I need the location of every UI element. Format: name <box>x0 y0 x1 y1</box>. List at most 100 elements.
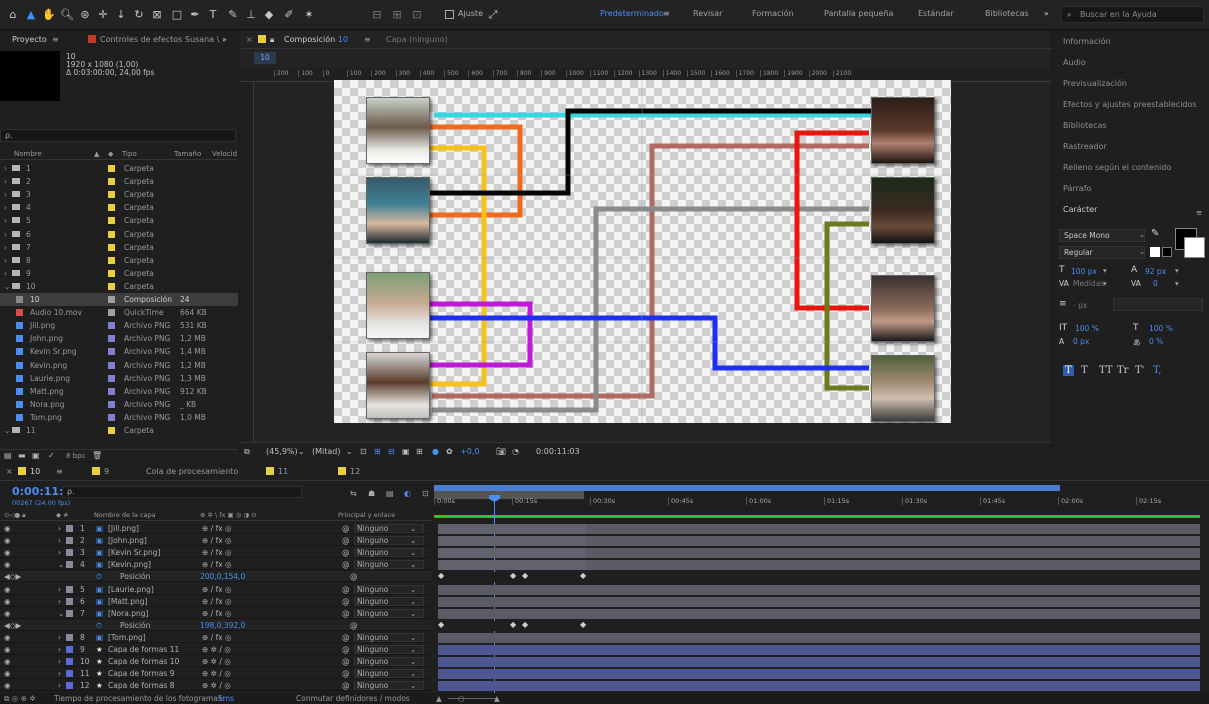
visibility-icon[interactable]: ◉ <box>4 559 11 570</box>
help-search-input[interactable]: ⌕ Buscar en la Ayuda <box>1061 6 1204 23</box>
avatar-john[interactable] <box>366 97 430 164</box>
layer-label-color[interactable] <box>66 670 73 678</box>
pan-tool-icon[interactable]: ✛ <box>96 8 110 22</box>
layer-name[interactable]: Capa de formas 9 <box>108 668 174 679</box>
pen-tool-icon[interactable]: ✒ <box>188 8 202 22</box>
timeline-tab[interactable]: 9 <box>92 463 109 481</box>
layer-row[interactable]: ◉ › 3 ▣ [Kevin Sr.png] ⊕ / fx ◎ @ Ninguno ⌄ <box>0 547 432 559</box>
expand-chevron-icon[interactable]: › <box>58 656 61 667</box>
visibility-icon[interactable]: ◉ <box>4 656 11 667</box>
avatar-jill[interactable] <box>871 97 935 164</box>
keyframe-icon[interactable]: ◆ <box>438 620 444 629</box>
trash-icon[interactable]: 🗑︎ <box>92 451 102 460</box>
comp-breadcrumb[interactable]: 10 <box>254 52 276 64</box>
rotate-tool-icon[interactable]: ↻ <box>132 8 146 22</box>
expand-chevron-icon[interactable]: › <box>4 201 7 214</box>
expand-chevron-icon[interactable]: › <box>4 267 7 280</box>
project-item-folder[interactable]: › 5 Carpeta <box>0 214 238 227</box>
property-link-icon[interactable]: @ <box>350 571 358 582</box>
horizontal-scale-value[interactable]: 100 % <box>1149 324 1173 333</box>
item-label-color[interactable] <box>108 427 115 434</box>
region-of-interest-icon[interactable]: ▣ <box>402 443 410 461</box>
item-label-color[interactable] <box>108 335 115 343</box>
font-style-dropdown[interactable]: Regular <box>1059 246 1145 259</box>
layer-label-color[interactable] <box>66 549 73 557</box>
keyframe-icon[interactable]: ◆ <box>580 571 586 580</box>
grid-guides-icon[interactable]: ⊞ <box>416 443 423 461</box>
project-item-folder[interactable]: ⌄ 11 Carpeta <box>0 424 238 437</box>
layer-row[interactable]: ◉ ⌄ 7 ▣ [Nora.png] ⊕ / fx ◎ @ Ninguno ⌄ <box>0 608 432 619</box>
layer-row[interactable]: ◀◇▶ ⏱︎ Posición 200,0,154,0 @ <box>0 571 432 583</box>
expand-chevron-icon[interactable]: › <box>58 644 61 655</box>
expand-chevron-icon[interactable]: › <box>58 668 61 679</box>
avatar-matt[interactable] <box>366 272 430 339</box>
expand-chevron-icon[interactable]: ⌄ <box>4 424 10 437</box>
item-label-color[interactable] <box>108 400 115 408</box>
layer-label-color[interactable] <box>66 658 73 666</box>
zoom-slider-track[interactable] <box>448 698 498 699</box>
layer-switches-icons[interactable]: ⊕ ✲ / ◎ <box>202 644 231 655</box>
visibility-icon[interactable]: ◉ <box>4 535 11 546</box>
expand-chevron-icon[interactable]: › <box>58 596 61 607</box>
expand-chevron-icon[interactable]: › <box>4 254 7 267</box>
comp-mini-flowchart-icon[interactable]: ⇆ <box>350 489 357 498</box>
parent-chevron-icon[interactable]: ⌄ <box>410 535 416 546</box>
keyframe-track[interactable]: ◆ ◆ ◆ ◆ <box>438 620 1200 631</box>
keyframe-icon[interactable]: ◆ <box>522 620 528 629</box>
parent-spiral-icon[interactable]: @ <box>342 632 350 643</box>
motion-blur-icon[interactable]: ◐ <box>404 489 411 498</box>
layer-switches-icons[interactable]: ⊕ / fx ◎ <box>202 547 232 558</box>
fast-previews-icon[interactable]: ⊡ <box>360 443 367 461</box>
workspace-revisar[interactable]: Revisar <box>693 9 722 18</box>
project-item-folder[interactable]: ⌄ 10 Carpeta <box>0 280 238 293</box>
leading-chevron-icon[interactable]: ▾ <box>1175 266 1179 275</box>
project-item-folder[interactable]: › 7 Carpeta <box>0 241 238 254</box>
expand-chevron-icon[interactable]: › <box>58 632 61 643</box>
hand-tool-icon[interactable]: ✋ <box>42 8 56 22</box>
tab-composicion[interactable]: Composición 10 <box>284 31 348 49</box>
exposure-icon[interactable]: ✿ <box>446 443 453 461</box>
status-toggle-icons[interactable]: ⧉ ◎ ⊕ ✲ <box>4 693 36 704</box>
layer-switches-icons[interactable]: ⊕ / fx ◎ <box>202 596 232 607</box>
expand-chevron-icon[interactable]: › <box>4 175 7 188</box>
layer-name[interactable]: [Jill.png] <box>108 523 139 534</box>
layer-row[interactable]: ◉ › 1 ▣ [Jill.png] ⊕ / fx ◎ @ Ninguno ⌄ <box>0 523 432 534</box>
project-item-png[interactable]: Kevin.png Archivo PNG 1,2 MB <box>0 359 238 372</box>
keyframe-icon[interactable]: ◆ <box>522 571 528 580</box>
visibility-icon[interactable]: ◀◇▶ <box>4 571 21 582</box>
layer-switches-icons[interactable]: ⊕ / fx ◎ <box>202 584 232 595</box>
interpret-footage-icon[interactable]: ▤ <box>4 451 12 460</box>
tab-effect-controls[interactable]: Controles de efectos Susana \ <box>88 31 219 49</box>
resolution-chevron-icon[interactable]: ⌄ <box>346 443 353 461</box>
layer-label-color[interactable] <box>66 646 73 653</box>
panel-item[interactable]: Carácter <box>1053 199 1209 220</box>
layer-switches-icons[interactable]: ⊕ / fx ◎ <box>202 632 232 643</box>
item-label-color[interactable] <box>108 165 115 172</box>
line-purple[interactable] <box>430 301 533 368</box>
layer-name[interactable]: Capa de formas 11 <box>108 644 179 655</box>
expand-chevron-icon[interactable]: › <box>58 680 61 691</box>
close-tab-icon[interactable]: × <box>6 463 13 481</box>
layer-duration-bar[interactable] <box>438 645 1200 655</box>
panel-item[interactable]: Relleno según el contenido <box>1053 157 1209 178</box>
zoom-out-icon[interactable]: ▲ <box>436 693 442 704</box>
layer-duration-bar[interactable] <box>438 596 1200 607</box>
expand-chevron-icon[interactable]: › <box>4 188 7 201</box>
layer-label-color[interactable] <box>66 525 73 532</box>
layer-row[interactable]: ◉ › 11 ★ Capa de formas 9 ⊕ ✲ / ◎ @ Ninguno ⌄ <box>0 668 432 680</box>
layer-switches-icons[interactable]: ⊕ / fx ◎ <box>202 559 232 570</box>
parent-chevron-icon[interactable]: ⌄ <box>410 632 416 643</box>
bpc-label[interactable]: 8 bpc <box>66 452 85 460</box>
project-item-folder[interactable]: › 9 Carpeta <box>0 267 238 280</box>
layer-duration-bar[interactable] <box>438 536 1200 547</box>
workspace-predeterminado[interactable]: Predeterminado <box>600 9 664 18</box>
layer-label-color[interactable] <box>66 537 73 545</box>
property-value[interactable]: 198,0,392,0 <box>200 620 245 631</box>
workspace-pantalla-pequena[interactable]: Pantalla pequeña <box>824 9 893 18</box>
project-item-png[interactable]: John.png Archivo PNG 1,2 MB <box>0 332 238 345</box>
panel-item[interactable]: Párrafo <box>1053 178 1209 199</box>
panel-item[interactable]: Información <box>1053 31 1209 52</box>
layer-label-color[interactable] <box>66 585 73 593</box>
project-item-comp[interactable]: 10 Composición 24 <box>0 293 238 306</box>
expand-chevron-icon[interactable]: ⌄ <box>4 280 10 293</box>
